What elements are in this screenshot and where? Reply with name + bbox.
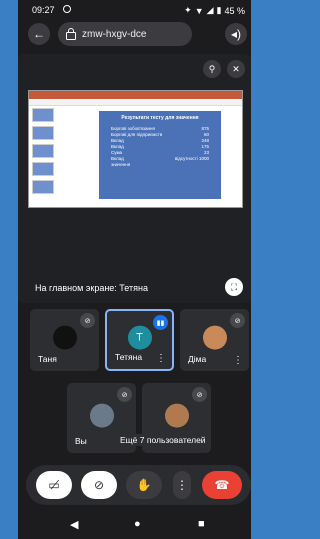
slide-thumb <box>32 108 54 122</box>
participant-tile[interactable]: ⊘ Таня <box>30 309 99 371</box>
battery-icon: ▮ <box>216 5 222 15</box>
status-time: 09:27 <box>32 5 55 15</box>
slide-row: Боргові для підприємств 60 <box>111 132 209 137</box>
slide-thumb <box>32 180 54 194</box>
calendar-icon <box>66 28 76 40</box>
back-button[interactable]: ← <box>28 23 50 45</box>
call-controls: ▭̸ ⊘ ✋ ⋮ ☎ <box>26 465 251 505</box>
nav-recents-icon[interactable]: ■ <box>198 518 205 530</box>
raise-hand-button[interactable]: ✋ <box>126 471 162 499</box>
slide-row: Сума 23 <box>111 150 209 155</box>
speaker-button[interactable]: ◂) <box>225 23 247 45</box>
avatar-initial: T <box>136 331 143 344</box>
sync-icon <box>63 5 71 13</box>
ppt-ribbon <box>29 91 242 99</box>
slide-title: Результати тесту для значення <box>121 115 199 121</box>
avatar <box>164 403 189 428</box>
mic-off-icon: ⊘ <box>192 387 207 402</box>
main-screen-caption: На главном экране: Тетяна <box>35 283 148 293</box>
fullscreen-button[interactable]: ⛶ <box>225 278 243 296</box>
participant-tile[interactable]: ⊘ Діма ⋮ <box>180 309 249 371</box>
vibrate-icon: ✦ <box>184 5 192 15</box>
end-call-button[interactable]: ☎ <box>202 471 242 499</box>
nav-home-icon[interactable]: ● <box>134 518 141 530</box>
slide-row: Боргові зобов'язання 875 <box>111 126 209 131</box>
meeting-code-pill[interactable]: zmw-hxgv-dce <box>58 22 192 46</box>
raise-hand-icon: ✋ <box>136 478 152 492</box>
android-nav-bar: ◀ ● ■ <box>18 510 251 539</box>
participant-name: Вы <box>75 436 87 446</box>
slide-row: Вклад відсутності 1000 <box>111 156 209 161</box>
slide-thumbnails <box>32 108 54 198</box>
fullscreen-icon: ⛶ <box>230 281 238 292</box>
mic-off-icon: ⊘ <box>93 478 105 492</box>
participant-name: Тетяна <box>115 352 143 362</box>
participant-name: Таня <box>38 354 57 364</box>
mic-off-icon: ⊘ <box>117 387 132 402</box>
slide-thumb <box>32 162 54 176</box>
slide-canvas: Результати тесту для значення Боргові зо… <box>99 111 221 199</box>
phone-screen: 09:27 ✦ ▼ ◢ ▮ 45 % ← zmw-hxgv-dce ◂) ⚲ ✕ <box>18 0 251 539</box>
camera-off-icon: ▭̸ <box>48 478 60 492</box>
camera-toggle-button[interactable]: ▭̸ <box>36 471 72 499</box>
meeting-code: zmw-hxgv-dce <box>82 28 147 40</box>
slide-footer: значення <box>111 162 131 167</box>
more-options-icon[interactable]: ⋮ <box>156 354 166 364</box>
more-options-button[interactable]: ⋮ <box>173 471 191 499</box>
top-bar: ← zmw-hxgv-dce ◂) <box>18 22 251 48</box>
slide-row: Вклад 248 <box>111 138 209 143</box>
back-arrow-icon: ← <box>33 27 45 41</box>
shared-slide: Результати тесту для значення Боргові зо… <box>28 90 243 208</box>
presentation-actions: ⚲ ✕ <box>203 60 245 78</box>
avatar: T <box>127 325 152 350</box>
more-icon: ⋮ <box>176 478 188 492</box>
slide-thumb <box>32 144 54 158</box>
status-right: ✦ ▼ ◢ ▮ 45 % <box>184 5 245 16</box>
more-options-icon[interactable]: ⋮ <box>233 356 243 366</box>
wifi-icon: ▼ <box>194 5 204 16</box>
slide-row: Вклад 175 <box>111 144 209 149</box>
nav-back-icon[interactable]: ◀ <box>70 518 78 531</box>
participant-tile-active[interactable]: T ▮▮ Тетяна ⋮ <box>105 309 174 371</box>
mic-toggle-button[interactable]: ⊘ <box>81 471 117 499</box>
end-call-icon: ☎ <box>214 478 230 492</box>
mic-off-icon: ⊘ <box>80 313 95 328</box>
speaker-icon: ◂) <box>230 27 242 41</box>
signal-icon: ◢ <box>206 5 214 15</box>
mute-presenter-icon[interactable]: ✕ <box>227 60 245 78</box>
ppt-toolbar <box>29 99 242 106</box>
status-bar: 09:27 ✦ ▼ ◢ ▮ 45 % <box>18 0 251 20</box>
avatar <box>52 325 77 350</box>
presentation-area: ⚲ ✕ Результати тесту для значення Боргов… <box>18 54 251 303</box>
battery-text: 45 % <box>224 5 245 16</box>
more-participants-label[interactable]: Ещё 7 пользователей <box>118 434 208 446</box>
pin-icon[interactable]: ⚲ <box>203 60 221 78</box>
speaking-indicator-icon: ▮▮ <box>153 315 168 330</box>
slide-thumb <box>32 126 54 140</box>
participant-name: Діма <box>188 354 207 364</box>
mic-off-icon: ⊘ <box>230 313 245 328</box>
avatar <box>202 325 227 350</box>
avatar <box>89 403 114 428</box>
